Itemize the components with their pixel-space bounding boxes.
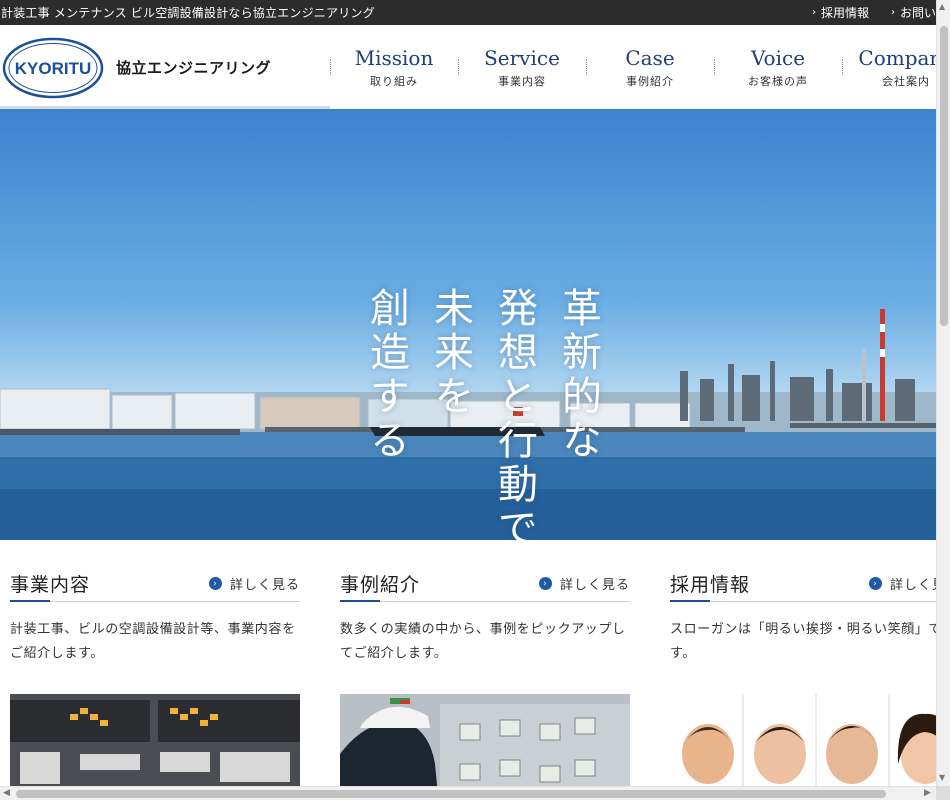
slogan-line-4: 創造する bbox=[363, 287, 409, 463]
scroll-up-arrow-icon[interactable]: ▲ bbox=[939, 2, 945, 11]
card-recruit: 採用情報 › 詳しく見る スローガンは「明るい挨拶・明るい笑顔」です。 bbox=[670, 566, 936, 786]
more-link-service[interactable]: › 詳しく見る bbox=[208, 574, 300, 593]
staff-photos[interactable] bbox=[670, 694, 936, 786]
scroll-down-arrow-icon[interactable]: ▼ bbox=[939, 773, 945, 782]
nav-item-service[interactable]: Service 事業内容 bbox=[458, 25, 586, 109]
card-case: 事例紹介 › 詳しく見る 数多くの実績の中から、事例をピックアップしてご紹介しま… bbox=[340, 566, 630, 786]
company-name[interactable]: 協立エンジニアリング bbox=[116, 57, 271, 78]
slogan-line-1: 革新的な bbox=[555, 287, 601, 463]
nav-item-case[interactable]: Case 事例紹介 bbox=[586, 25, 714, 109]
more-link-recruit[interactable]: › 詳しく見る bbox=[868, 574, 936, 593]
hero-slogan: 革新的な 発想と行動で 未来を 創造する bbox=[363, 287, 601, 540]
card-description: スローガンは「明るい挨拶・明るい笑顔」です。 bbox=[670, 622, 936, 661]
top-bar: 計装工事 メンテナンス ビル空調設備設計なら協立エンジニアリング › 採用情報 ›… bbox=[0, 0, 936, 25]
technician-photo[interactable] bbox=[340, 694, 630, 786]
chevron-circle-right-icon: › bbox=[538, 577, 552, 590]
horizontal-scroll-thumb[interactable] bbox=[16, 790, 886, 798]
feature-cards: 事業内容 › 詳しく見る 計装工事、ビルの空調設備設計等、事業内容をご紹介します… bbox=[10, 566, 936, 786]
card-header: 事例紹介 › 詳しく見る bbox=[340, 566, 630, 602]
site-tagline: 計装工事 メンテナンス ビル空調設備設計なら協立エンジニアリング bbox=[1, 6, 375, 20]
kyoritu-logo[interactable]: KYORITU bbox=[2, 37, 104, 99]
scroll-left-arrow-icon[interactable]: ◀ bbox=[3, 788, 10, 798]
chevron-circle-right-icon: › bbox=[208, 577, 222, 590]
card-service: 事業内容 › 詳しく見る 計装工事、ビルの空調設備設計等、事業内容をご紹介します… bbox=[10, 566, 300, 786]
top-links: › 採用情報 › お問い bbox=[812, 4, 936, 21]
recruit-link[interactable]: › 採用情報 bbox=[812, 4, 869, 21]
scroll-right-arrow-icon[interactable]: ▶ bbox=[924, 788, 931, 798]
contact-link[interactable]: › お問い bbox=[891, 4, 936, 21]
card-description: 数多くの実績の中から、事例をピックアップしてご紹介します。 bbox=[340, 622, 626, 661]
card-description: 計装工事、ビルの空調設備設計等、事業内容をご紹介します。 bbox=[10, 622, 296, 661]
slogan-line-3: 未来を bbox=[427, 287, 473, 419]
control-panel-photo[interactable] bbox=[10, 694, 300, 786]
vertical-scrollbar[interactable]: ▲ ▼ bbox=[936, 0, 950, 786]
card-title: 事例紹介 bbox=[340, 574, 421, 596]
main-nav: Mission 取り組み Service 事業内容 Case 事例紹介 Voic… bbox=[330, 25, 936, 109]
nav-item-mission[interactable]: Mission 取り組み bbox=[330, 25, 458, 109]
vertical-scroll-thumb[interactable] bbox=[940, 26, 948, 326]
nav-item-voice[interactable]: Voice お客様の声 bbox=[714, 25, 842, 109]
logo-text: KYORITU bbox=[15, 59, 92, 78]
horizontal-scrollbar[interactable]: ◀ ▶ bbox=[0, 786, 936, 800]
card-title: 事業内容 bbox=[10, 574, 91, 596]
scrollbar-corner bbox=[936, 786, 950, 800]
logo-emblem-icon: KYORITU bbox=[2, 37, 104, 99]
hero-banner: 革新的な 発想と行動で 未来を 創造する bbox=[0, 109, 936, 540]
nav-item-company[interactable]: Company 会社案内 bbox=[842, 25, 936, 109]
site-header: KYORITU 協立エンジニアリング Mission 取り組み Service … bbox=[0, 25, 936, 109]
card-title: 採用情報 bbox=[670, 574, 751, 596]
chevron-circle-right-icon: › bbox=[868, 577, 882, 590]
chevron-right-icon: › bbox=[811, 7, 816, 18]
card-header: 事業内容 › 詳しく見る bbox=[10, 566, 300, 602]
more-link-case[interactable]: › 詳しく見る bbox=[538, 574, 630, 593]
chevron-right-icon: › bbox=[890, 7, 895, 18]
card-header: 採用情報 › 詳しく見る bbox=[670, 566, 936, 602]
slogan-line-2: 発想と行動で bbox=[491, 287, 537, 540]
